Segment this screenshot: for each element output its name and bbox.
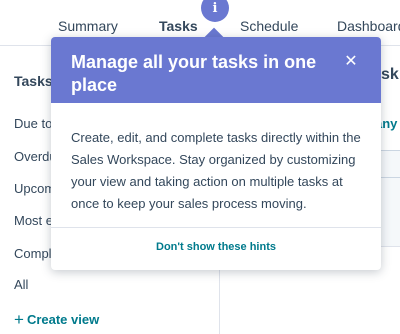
tab-schedule[interactable]: Schedule [240, 18, 298, 34]
sidebar-heading: Tasks [14, 73, 53, 89]
tab-dashboard[interactable]: Dashboard [337, 18, 400, 34]
sidebar-item-completed[interactable]: Compl [14, 246, 52, 261]
create-view-label: Create view [26, 312, 100, 327]
popover-title: Manage all your tasks in one place [71, 52, 317, 95]
hint-popover: Manage all your tasks in one place ✕ Cre… [51, 37, 381, 270]
sidebar-item-all[interactable]: All [14, 277, 28, 292]
popover-body: Create, edit, and complete tasks directl… [71, 130, 361, 211]
sidebar-item-most-engaged[interactable]: Most e [14, 213, 53, 228]
dont-show-hints-link[interactable]: Don't show these hints [51, 241, 381, 253]
close-icon[interactable]: ✕ [341, 51, 361, 71]
popover-divider [51, 227, 381, 228]
plus-icon: + [14, 310, 24, 329]
sidebar-item-upcoming[interactable]: Upcom [14, 181, 55, 196]
content-title: sk [381, 66, 399, 83]
popover-header: Manage all your tasks in one place ✕ [51, 37, 381, 103]
tab-summary[interactable]: Summary [58, 18, 118, 34]
create-view-button[interactable]: + Create view [14, 310, 100, 329]
tab-tasks[interactable]: Tasks [159, 18, 198, 34]
sidebar-item-due-today[interactable]: Due to [14, 116, 52, 131]
